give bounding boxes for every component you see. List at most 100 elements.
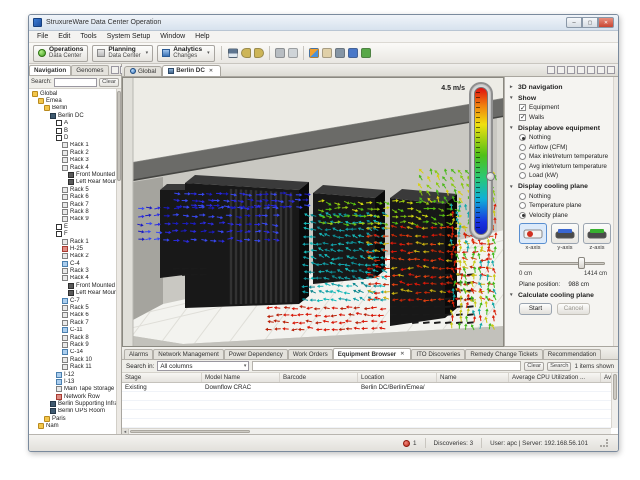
undo-icon[interactable] — [241, 48, 251, 58]
tree-item-berlin-supporting-infrastru[interactable]: Berlin Supporting Infrastru — [29, 400, 121, 407]
chevron-down-icon[interactable]: ▾ — [146, 50, 149, 56]
fullscreen-icon[interactable] — [587, 66, 595, 74]
tree-item-rack-6[interactable]: Rack 6 — [29, 193, 121, 200]
tree-item-i-13[interactable]: I-13 — [29, 378, 121, 385]
checkbox-equipment[interactable]: Equipment — [519, 104, 613, 111]
layers-icon[interactable] — [557, 66, 565, 74]
tree-search-input[interactable] — [54, 78, 97, 87]
tree-item-rack-7[interactable]: Rack 7 — [29, 319, 121, 326]
redo-icon[interactable] — [254, 48, 264, 58]
tree-item-a[interactable]: A — [29, 120, 121, 127]
tree-item-berlin-dc[interactable]: Berlin DC — [29, 112, 121, 119]
menu-window[interactable]: Window — [155, 33, 190, 40]
table-row[interactable]: ExistingDownflow CRACBerlin DC/Berlin/Em… — [122, 383, 618, 392]
mail-icon[interactable] — [322, 48, 332, 58]
slider-track[interactable] — [519, 262, 605, 265]
radio-icon[interactable] — [519, 212, 526, 219]
bottom-tab-remedy-change-tickets[interactable]: Remedy Change Tickets — [465, 349, 542, 359]
tree-item-rack-1[interactable]: Rack 1 — [29, 142, 121, 149]
3d-view-canvas[interactable]: 4.5 m/s — [122, 77, 504, 347]
column-header-barcode[interactable]: Barcode — [280, 373, 358, 382]
search-in-select[interactable]: All columns ▾ — [157, 361, 249, 371]
tree-item-main-tape-storage[interactable]: Main Tape Storage — [29, 386, 121, 393]
bottom-tab-power-dependency[interactable]: Power Dependency — [224, 349, 288, 359]
tree-item-rack-10[interactable]: Rack 10 — [29, 356, 121, 363]
bottom-tab-network-management[interactable]: Network Management — [153, 349, 224, 359]
menu-file[interactable]: File — [32, 33, 53, 40]
sidebar-tab-navigation[interactable]: Navigation — [29, 65, 71, 75]
report-green-icon[interactable] — [361, 48, 371, 58]
radio-icon[interactable] — [519, 163, 526, 170]
radio-icon[interactable] — [519, 193, 526, 200]
tree-item-rack-1[interactable]: Rack 1 — [29, 238, 121, 245]
radio-velocity-plane[interactable]: Velocity plane — [519, 212, 613, 219]
tree-item-rack-8[interactable]: Rack 8 — [29, 334, 121, 341]
menu-help[interactable]: Help — [190, 33, 214, 40]
column-header-average-cpu-utilization[interactable]: Average CPU Utilization ... — [509, 373, 601, 382]
filter-clear-button[interactable]: Clear — [524, 362, 544, 371]
tree-item-nam[interactable]: Nam — [29, 423, 121, 430]
tree-item-rack-8[interactable]: Rack 8 — [29, 208, 121, 215]
tree-item-d[interactable]: D — [29, 134, 121, 141]
scroll-left-icon[interactable]: ◄ — [122, 429, 129, 434]
scale-knob[interactable] — [486, 172, 495, 181]
radio-icon[interactable] — [519, 153, 526, 160]
tree-item-c-4[interactable]: C-4 — [29, 260, 121, 267]
tree-item-rack-9[interactable]: Rack 9 — [29, 216, 121, 223]
menu-tools[interactable]: Tools — [75, 33, 101, 40]
editor-tab-global[interactable]: Global — [124, 66, 162, 76]
radio-icon[interactable] — [519, 202, 526, 209]
radio-nothing[interactable]: Nothing — [519, 134, 613, 141]
filter-search-button[interactable]: Search — [547, 362, 571, 371]
alert-status[interactable]: 1 — [395, 438, 425, 448]
tree-item-rack-5[interactable]: Rack 5 — [29, 186, 121, 193]
section-3d-navigation[interactable]: 3D navigation — [510, 84, 613, 91]
tree-item-c-7[interactable]: C-7 — [29, 297, 121, 304]
tree-item-network-row[interactable]: Network Row — [29, 393, 121, 400]
split-vertical-icon[interactable] — [577, 66, 585, 74]
cancel-button[interactable]: Cancel — [557, 303, 590, 315]
column-header-name[interactable]: Name — [437, 373, 509, 382]
editor-tab-berlin-dc[interactable]: Berlin DC — [162, 65, 221, 76]
tree-item-i-12[interactable]: I-12 — [29, 371, 121, 378]
tree-item-f[interactable]: F — [29, 230, 121, 237]
tree-item-rack-7[interactable]: Rack 7 — [29, 201, 121, 208]
minimize-button[interactable] — [566, 17, 582, 28]
options-scrollbar[interactable] — [613, 77, 618, 346]
equipment-search-input[interactable] — [252, 361, 521, 371]
section-show[interactable]: Show — [510, 95, 613, 102]
sidebar-tab-genomes[interactable]: Genomes — [71, 65, 108, 75]
screenshot-icon[interactable] — [547, 66, 555, 74]
minimize-view-icon[interactable] — [111, 66, 119, 74]
tree-item-rack-6[interactable]: Rack 6 — [29, 312, 121, 319]
tree-item-left-rear-moun[interactable]: Left Rear Moun — [29, 290, 121, 297]
velocity-color-scale[interactable] — [469, 82, 493, 240]
start-button[interactable]: Start — [519, 303, 552, 315]
tree-scrollbar[interactable] — [116, 89, 121, 434]
bottom-tab-alarms[interactable]: Alarms — [124, 349, 153, 359]
tree-item-rack-5[interactable]: Rack 5 — [29, 304, 121, 311]
checkbox-icon[interactable] — [519, 114, 526, 121]
discoveries-status[interactable]: Discoveries: 3 — [425, 438, 482, 448]
column-header-model-name[interactable]: Model Name — [202, 373, 280, 382]
cut-icon[interactable] — [275, 48, 285, 58]
tree-item-rack-3[interactable]: Rack 3 — [29, 157, 121, 164]
radio-icon[interactable] — [519, 134, 526, 141]
tree-item-front-mounted[interactable]: Front Mounted — [29, 171, 121, 178]
tree-item-b[interactable]: B — [29, 127, 121, 134]
menu-system-setup[interactable]: System Setup — [102, 33, 156, 40]
bottom-tab-work-orders[interactable]: Work Orders — [288, 349, 333, 359]
tree-item-rack-2[interactable]: Rack 2 — [29, 253, 121, 260]
table-horizontal-scrollbar[interactable]: ◄ — [122, 428, 611, 434]
plane-position-slider[interactable] — [519, 257, 609, 269]
tree-item-rack-3[interactable]: Rack 3 — [29, 267, 121, 274]
tree-item-c-14[interactable]: C-14 — [29, 349, 121, 356]
tree-item-rack-11[interactable]: Rack 11 — [29, 363, 121, 370]
radio-plane-nothing[interactable]: Nothing — [519, 193, 613, 200]
split-horizontal-icon[interactable] — [567, 66, 575, 74]
planning-button[interactable]: PlanningData Center ▾ — [92, 45, 153, 62]
analytics-button[interactable]: AnalyticsChanges ▾ — [157, 45, 214, 62]
tree-item-rack-2[interactable]: Rack 2 — [29, 149, 121, 156]
column-header-stage[interactable]: Stage — [122, 373, 202, 382]
minimize-panel-icon[interactable] — [597, 66, 605, 74]
